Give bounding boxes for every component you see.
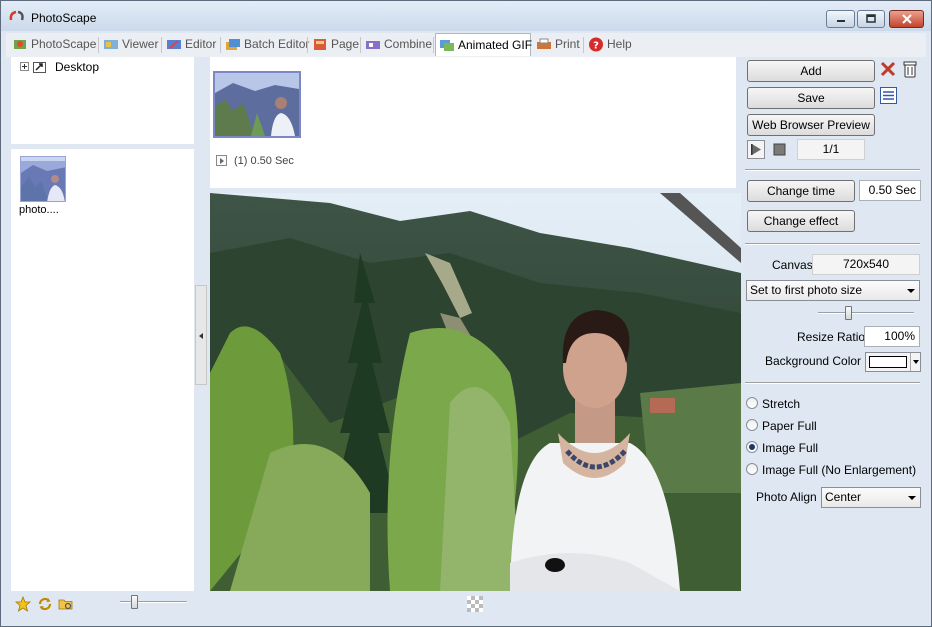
file-thumbnail-image <box>21 157 65 201</box>
fit-no-enlargement-radio[interactable] <box>746 463 758 475</box>
fit-paper-full-label[interactable]: Paper Full <box>762 419 817 433</box>
title-bar[interactable]: PhotoScape <box>1 1 931 31</box>
viewer-icon <box>104 40 118 49</box>
thumbnail-size-slider-knob[interactable] <box>131 595 138 609</box>
collapse-arrow-icon <box>199 333 203 339</box>
tab-separator <box>360 37 361 53</box>
background-color-label: Background Color <box>765 354 862 368</box>
desktop-shortcut-icon <box>33 62 46 73</box>
background-color-swatch <box>869 356 907 368</box>
add-button[interactable]: Add <box>747 60 875 82</box>
tab-separator <box>433 37 434 53</box>
time-value-field[interactable]: 0.50 Sec <box>859 180 921 201</box>
tab-editor[interactable]: Editor <box>163 33 219 56</box>
resize-slider[interactable] <box>818 312 914 314</box>
fit-stretch-label[interactable]: Stretch <box>762 397 800 411</box>
tab-separator <box>307 37 308 53</box>
batch-editor-icon <box>226 39 240 50</box>
frame-thumbnail-image <box>215 73 299 136</box>
preview-photo <box>210 193 741 591</box>
photo-align-select[interactable]: Center <box>821 487 921 508</box>
editor-icon <box>167 40 181 49</box>
frame-thumbnail[interactable] <box>213 71 301 138</box>
separator <box>745 382 920 384</box>
separator <box>745 169 920 171</box>
gif-preview-canvas[interactable] <box>210 193 741 591</box>
file-thumbnail[interactable] <box>20 156 66 202</box>
change-time-button[interactable]: Change time <box>747 180 855 202</box>
tab-separator <box>220 37 221 53</box>
tab-page[interactable]: Page <box>309 33 359 56</box>
change-effect-button[interactable]: Change effect <box>747 210 855 232</box>
maximize-button[interactable] <box>857 10 885 28</box>
tree-item-desktop[interactable]: Desktop <box>55 60 99 74</box>
tab-help[interactable]: ? Help <box>585 33 635 56</box>
maximize-icon <box>866 14 876 23</box>
separator <box>745 243 920 245</box>
open-folder-icon[interactable] <box>58 596 74 612</box>
window-title: PhotoScape <box>31 11 97 25</box>
resize-ratio-field[interactable]: 100% <box>864 326 920 347</box>
tab-combine[interactable]: Combine <box>362 33 432 56</box>
combine-icon <box>366 41 380 49</box>
tab-separator <box>161 37 162 53</box>
stop-icon <box>773 143 786 156</box>
photo-align-value: Center <box>825 490 862 504</box>
tab-viewer[interactable]: Viewer <box>100 33 160 56</box>
animated-gif-icon <box>440 40 454 51</box>
frame-counter: 1/1 <box>797 139 865 160</box>
chevron-down-icon <box>910 353 921 371</box>
play-icon <box>751 144 761 155</box>
panel-splitter[interactable] <box>195 285 207 385</box>
frame-delay-label: (1) 0.50 Sec <box>234 155 294 167</box>
tab-bar: PhotoScape Viewer Editor Batch Editor Pa… <box>6 33 926 57</box>
play-button[interactable] <box>747 140 765 159</box>
canvas-size-mode-select[interactable]: Set to first photo size <box>746 280 920 301</box>
web-browser-preview-button[interactable]: Web Browser Preview <box>747 114 875 136</box>
fit-paper-full-radio[interactable] <box>746 419 758 431</box>
page-icon <box>314 39 326 50</box>
tab-animated-gif[interactable]: Animated GIF <box>435 33 532 56</box>
close-icon <box>901 14 912 24</box>
tree-expand-toggle[interactable] <box>20 62 29 71</box>
frame-play-icon[interactable] <box>216 155 227 166</box>
canvas-size-field: 720x540 <box>812 254 920 275</box>
photoscape-icon <box>14 40 26 49</box>
resize-slider-knob[interactable] <box>845 306 852 320</box>
svg-text:?: ? <box>593 41 599 52</box>
canvas-label: Canvas <box>772 258 813 272</box>
print-icon <box>537 38 551 49</box>
save-button[interactable]: Save <box>747 87 875 109</box>
fit-stretch-radio[interactable] <box>746 397 758 409</box>
tab-batch-editor[interactable]: Batch Editor <box>222 33 309 56</box>
fit-no-enlargement-label[interactable]: Image Full (No Enlargement) <box>762 463 916 477</box>
help-icon: ? <box>589 37 603 52</box>
resize-ratio-label: Resize Ratio <box>797 330 866 344</box>
favorite-star-icon[interactable] <box>15 596 31 612</box>
tab-photoscape[interactable]: PhotoScape <box>9 33 97 56</box>
tab-separator <box>583 37 584 53</box>
canvas-size-mode-value: Set to first photo size <box>750 283 863 297</box>
file-name-label: photo.... <box>19 204 59 216</box>
list-view-icon[interactable] <box>880 87 897 104</box>
fit-image-full-radio[interactable] <box>746 441 758 453</box>
trash-icon[interactable] <box>902 60 918 78</box>
fit-image-full-label[interactable]: Image Full <box>762 441 818 455</box>
background-color-picker[interactable] <box>865 352 921 372</box>
photoscape-logo-icon <box>9 10 24 21</box>
chevron-down-icon <box>907 289 915 293</box>
minimize-icon <box>836 20 845 22</box>
photo-align-label: Photo Align <box>756 490 817 504</box>
tab-separator <box>98 37 99 53</box>
minimize-button[interactable] <box>826 10 855 28</box>
stop-button[interactable] <box>770 140 792 159</box>
refresh-icon[interactable] <box>37 596 53 612</box>
remove-x-icon[interactable] <box>880 61 896 77</box>
transparency-checker-icon <box>467 596 483 612</box>
chevron-down-icon <box>908 496 916 500</box>
tab-print[interactable]: Print <box>533 33 583 56</box>
close-button[interactable] <box>889 10 924 28</box>
